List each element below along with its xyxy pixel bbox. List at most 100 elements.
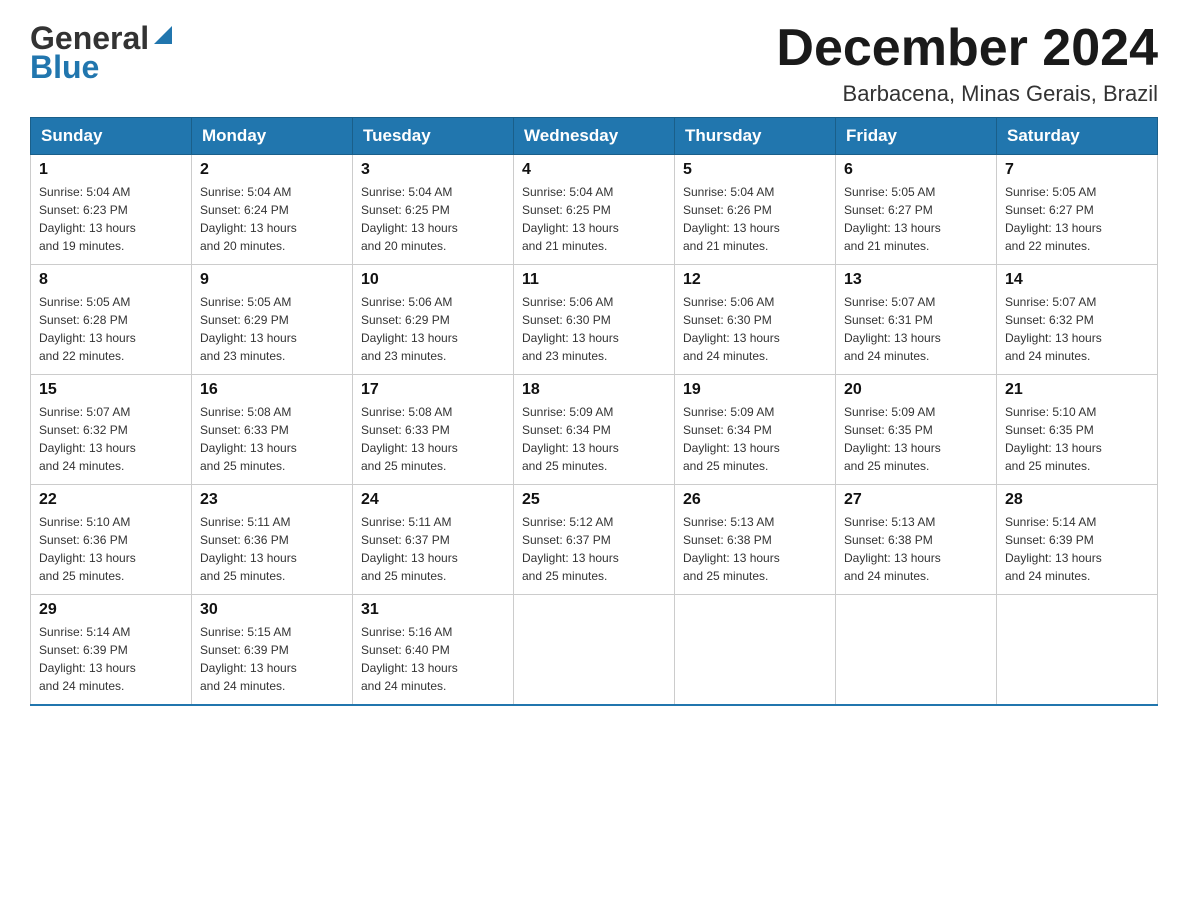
- calendar-cell: 21 Sunrise: 5:10 AM Sunset: 6:35 PM Dayl…: [997, 375, 1158, 485]
- day-number: 10: [361, 271, 505, 289]
- calendar-cell: 10 Sunrise: 5:06 AM Sunset: 6:29 PM Dayl…: [353, 265, 514, 375]
- day-info: Sunrise: 5:09 AM Sunset: 6:34 PM Dayligh…: [522, 403, 666, 475]
- day-header-thursday: Thursday: [675, 118, 836, 155]
- calendar-table: SundayMondayTuesdayWednesdayThursdayFrid…: [30, 117, 1158, 706]
- day-info: Sunrise: 5:15 AM Sunset: 6:39 PM Dayligh…: [200, 623, 344, 695]
- day-info: Sunrise: 5:08 AM Sunset: 6:33 PM Dayligh…: [361, 403, 505, 475]
- day-number: 1: [39, 161, 183, 179]
- day-number: 6: [844, 161, 988, 179]
- day-info: Sunrise: 5:04 AM Sunset: 6:25 PM Dayligh…: [361, 183, 505, 255]
- calendar-cell: 24 Sunrise: 5:11 AM Sunset: 6:37 PM Dayl…: [353, 485, 514, 595]
- day-number: 22: [39, 491, 183, 509]
- calendar-cell: 5 Sunrise: 5:04 AM Sunset: 6:26 PM Dayli…: [675, 155, 836, 265]
- day-info: Sunrise: 5:05 AM Sunset: 6:29 PM Dayligh…: [200, 293, 344, 365]
- day-info: Sunrise: 5:11 AM Sunset: 6:37 PM Dayligh…: [361, 513, 505, 585]
- day-info: Sunrise: 5:06 AM Sunset: 6:30 PM Dayligh…: [683, 293, 827, 365]
- day-info: Sunrise: 5:14 AM Sunset: 6:39 PM Dayligh…: [1005, 513, 1149, 585]
- calendar-cell: 2 Sunrise: 5:04 AM Sunset: 6:24 PM Dayli…: [192, 155, 353, 265]
- calendar-cell: 31 Sunrise: 5:16 AM Sunset: 6:40 PM Dayl…: [353, 595, 514, 705]
- day-info: Sunrise: 5:07 AM Sunset: 6:31 PM Dayligh…: [844, 293, 988, 365]
- day-info: Sunrise: 5:09 AM Sunset: 6:35 PM Dayligh…: [844, 403, 988, 475]
- day-number: 19: [683, 381, 827, 399]
- day-info: Sunrise: 5:05 AM Sunset: 6:27 PM Dayligh…: [1005, 183, 1149, 255]
- calendar-cell: 20 Sunrise: 5:09 AM Sunset: 6:35 PM Dayl…: [836, 375, 997, 485]
- day-number: 23: [200, 491, 344, 509]
- day-number: 26: [683, 491, 827, 509]
- day-info: Sunrise: 5:10 AM Sunset: 6:35 PM Dayligh…: [1005, 403, 1149, 475]
- logo: General Blue: [30, 20, 180, 86]
- day-header-sunday: Sunday: [31, 118, 192, 155]
- day-header-friday: Friday: [836, 118, 997, 155]
- day-header-saturday: Saturday: [997, 118, 1158, 155]
- calendar-cell: [514, 595, 675, 705]
- day-number: 30: [200, 601, 344, 619]
- calendar-cell: [997, 595, 1158, 705]
- day-number: 4: [522, 161, 666, 179]
- calendar-cell: 6 Sunrise: 5:05 AM Sunset: 6:27 PM Dayli…: [836, 155, 997, 265]
- day-info: Sunrise: 5:06 AM Sunset: 6:30 PM Dayligh…: [522, 293, 666, 365]
- logo-triangle-icon: [152, 24, 174, 51]
- calendar-cell: 3 Sunrise: 5:04 AM Sunset: 6:25 PM Dayli…: [353, 155, 514, 265]
- calendar-cell: 11 Sunrise: 5:06 AM Sunset: 6:30 PM Dayl…: [514, 265, 675, 375]
- day-number: 11: [522, 271, 666, 289]
- day-number: 13: [844, 271, 988, 289]
- day-number: 17: [361, 381, 505, 399]
- day-number: 31: [361, 601, 505, 619]
- day-number: 24: [361, 491, 505, 509]
- day-info: Sunrise: 5:13 AM Sunset: 6:38 PM Dayligh…: [844, 513, 988, 585]
- calendar-week-row: 1 Sunrise: 5:04 AM Sunset: 6:23 PM Dayli…: [31, 155, 1158, 265]
- calendar-cell: 18 Sunrise: 5:09 AM Sunset: 6:34 PM Dayl…: [514, 375, 675, 485]
- day-info: Sunrise: 5:12 AM Sunset: 6:37 PM Dayligh…: [522, 513, 666, 585]
- day-number: 16: [200, 381, 344, 399]
- month-title: December 2024: [776, 20, 1158, 77]
- day-header-monday: Monday: [192, 118, 353, 155]
- calendar-cell: 16 Sunrise: 5:08 AM Sunset: 6:33 PM Dayl…: [192, 375, 353, 485]
- day-info: Sunrise: 5:10 AM Sunset: 6:36 PM Dayligh…: [39, 513, 183, 585]
- calendar-cell: 29 Sunrise: 5:14 AM Sunset: 6:39 PM Dayl…: [31, 595, 192, 705]
- day-number: 7: [1005, 161, 1149, 179]
- calendar-cell: 4 Sunrise: 5:04 AM Sunset: 6:25 PM Dayli…: [514, 155, 675, 265]
- logo-blue-text: Blue: [30, 49, 174, 86]
- day-info: Sunrise: 5:06 AM Sunset: 6:29 PM Dayligh…: [361, 293, 505, 365]
- day-number: 21: [1005, 381, 1149, 399]
- day-info: Sunrise: 5:07 AM Sunset: 6:32 PM Dayligh…: [1005, 293, 1149, 365]
- day-number: 9: [200, 271, 344, 289]
- day-info: Sunrise: 5:11 AM Sunset: 6:36 PM Dayligh…: [200, 513, 344, 585]
- location-title: Barbacena, Minas Gerais, Brazil: [776, 81, 1158, 107]
- day-info: Sunrise: 5:08 AM Sunset: 6:33 PM Dayligh…: [200, 403, 344, 475]
- day-number: 5: [683, 161, 827, 179]
- calendar-cell: 19 Sunrise: 5:09 AM Sunset: 6:34 PM Dayl…: [675, 375, 836, 485]
- calendar-cell: 17 Sunrise: 5:08 AM Sunset: 6:33 PM Dayl…: [353, 375, 514, 485]
- calendar-week-row: 15 Sunrise: 5:07 AM Sunset: 6:32 PM Dayl…: [31, 375, 1158, 485]
- day-header-wednesday: Wednesday: [514, 118, 675, 155]
- day-info: Sunrise: 5:13 AM Sunset: 6:38 PM Dayligh…: [683, 513, 827, 585]
- day-number: 15: [39, 381, 183, 399]
- day-number: 27: [844, 491, 988, 509]
- day-number: 20: [844, 381, 988, 399]
- calendar-cell: 13 Sunrise: 5:07 AM Sunset: 6:31 PM Dayl…: [836, 265, 997, 375]
- calendar-week-row: 22 Sunrise: 5:10 AM Sunset: 6:36 PM Dayl…: [31, 485, 1158, 595]
- day-info: Sunrise: 5:14 AM Sunset: 6:39 PM Dayligh…: [39, 623, 183, 695]
- day-number: 8: [39, 271, 183, 289]
- calendar-cell: 22 Sunrise: 5:10 AM Sunset: 6:36 PM Dayl…: [31, 485, 192, 595]
- calendar-cell: 14 Sunrise: 5:07 AM Sunset: 6:32 PM Dayl…: [997, 265, 1158, 375]
- calendar-cell: 30 Sunrise: 5:15 AM Sunset: 6:39 PM Dayl…: [192, 595, 353, 705]
- calendar-cell: [836, 595, 997, 705]
- day-number: 2: [200, 161, 344, 179]
- day-number: 25: [522, 491, 666, 509]
- day-number: 3: [361, 161, 505, 179]
- calendar-cell: 9 Sunrise: 5:05 AM Sunset: 6:29 PM Dayli…: [192, 265, 353, 375]
- calendar-cell: [675, 595, 836, 705]
- calendar-week-row: 29 Sunrise: 5:14 AM Sunset: 6:39 PM Dayl…: [31, 595, 1158, 705]
- calendar-cell: 7 Sunrise: 5:05 AM Sunset: 6:27 PM Dayli…: [997, 155, 1158, 265]
- day-header-tuesday: Tuesday: [353, 118, 514, 155]
- day-number: 14: [1005, 271, 1149, 289]
- calendar-cell: 8 Sunrise: 5:05 AM Sunset: 6:28 PM Dayli…: [31, 265, 192, 375]
- day-info: Sunrise: 5:04 AM Sunset: 6:25 PM Dayligh…: [522, 183, 666, 255]
- calendar-week-row: 8 Sunrise: 5:05 AM Sunset: 6:28 PM Dayli…: [31, 265, 1158, 375]
- calendar-header-row: SundayMondayTuesdayWednesdayThursdayFrid…: [31, 118, 1158, 155]
- calendar-cell: 23 Sunrise: 5:11 AM Sunset: 6:36 PM Dayl…: [192, 485, 353, 595]
- day-info: Sunrise: 5:04 AM Sunset: 6:23 PM Dayligh…: [39, 183, 183, 255]
- day-number: 12: [683, 271, 827, 289]
- day-info: Sunrise: 5:04 AM Sunset: 6:26 PM Dayligh…: [683, 183, 827, 255]
